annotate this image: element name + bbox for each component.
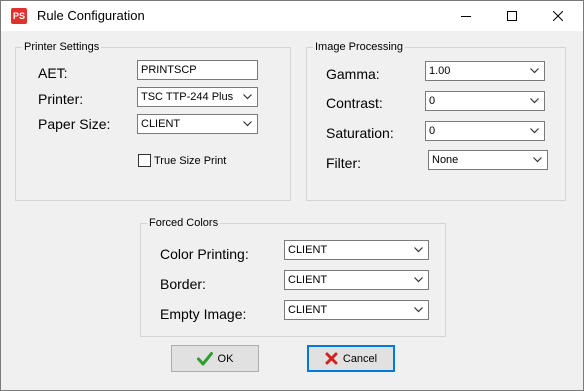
border-select[interactable]: CLIENT [284, 270, 429, 290]
empty-image-value: CLIENT [288, 304, 328, 316]
paper-size-select[interactable]: CLIENT [137, 114, 258, 134]
ok-button[interactable]: OK [171, 345, 259, 372]
aet-input[interactable]: PRINTSCP [137, 60, 258, 80]
chevron-down-icon [414, 277, 423, 283]
ok-label: OK [217, 352, 234, 365]
filter-label: Filter: [326, 155, 361, 171]
saturation-value: 0 [429, 125, 436, 137]
minimize-icon [461, 16, 471, 17]
printer-value: TSC TTP-244 Plus [141, 91, 234, 103]
chevron-down-icon [530, 68, 539, 74]
printer-select[interactable]: TSC TTP-244 Plus [137, 87, 258, 107]
contrast-value: 0 [429, 95, 436, 107]
true-size-label[interactable]: True Size Print [154, 154, 226, 168]
dialog-window: PS Rule Configuration Printer Settings A… [0, 0, 584, 391]
cancel-button[interactable]: Cancel [307, 345, 395, 372]
aet-label: AET: [38, 65, 68, 81]
empty-image-select[interactable]: CLIENT [284, 300, 429, 320]
chevron-down-icon [530, 98, 539, 104]
maximize-button[interactable] [489, 1, 535, 31]
close-icon [553, 11, 563, 21]
image-processing-legend: Image Processing [313, 40, 406, 54]
true-size-checkbox[interactable] [138, 154, 151, 167]
cancel-label: Cancel [342, 352, 378, 365]
app-icon: PS [11, 8, 27, 24]
aet-value: PRINTSCP [141, 64, 197, 76]
filter-select[interactable]: None [428, 150, 548, 170]
empty-image-label: Empty Image: [160, 306, 247, 322]
chevron-down-icon [243, 94, 252, 100]
chevron-down-icon [533, 157, 542, 163]
chevron-down-icon [414, 307, 423, 313]
window-title: Rule Configuration [37, 8, 145, 23]
chevron-down-icon [243, 121, 252, 127]
contrast-select[interactable]: 0 [425, 91, 545, 111]
printer-label: Printer: [38, 91, 84, 107]
minimize-button[interactable] [443, 1, 489, 31]
gamma-label: Gamma: [326, 66, 380, 82]
contrast-label: Contrast: [326, 95, 383, 111]
color-printing-select[interactable]: CLIENT [284, 240, 429, 260]
forced-colors-legend: Forced Colors [147, 216, 221, 230]
paper-size-value: CLIENT [141, 118, 181, 130]
printer-settings-legend: Printer Settings [22, 40, 102, 54]
close-button[interactable] [535, 1, 581, 31]
title-bar: PS Rule Configuration [1, 1, 583, 31]
chevron-down-icon [530, 128, 539, 134]
border-label: Border: [160, 276, 206, 292]
color-printing-label: Color Printing: [160, 246, 249, 262]
saturation-label: Saturation: [326, 125, 394, 141]
check-icon [196, 351, 213, 365]
gamma-value: 1.00 [429, 65, 451, 77]
maximize-icon [507, 11, 517, 21]
gamma-select[interactable]: 1.00 [425, 61, 545, 81]
x-icon [325, 352, 338, 365]
border-value: CLIENT [288, 274, 328, 286]
filter-value: None [432, 154, 459, 166]
paper-size-label: Paper Size: [38, 116, 111, 132]
chevron-down-icon [414, 247, 423, 253]
saturation-select[interactable]: 0 [425, 121, 545, 141]
color-printing-value: CLIENT [288, 244, 328, 256]
